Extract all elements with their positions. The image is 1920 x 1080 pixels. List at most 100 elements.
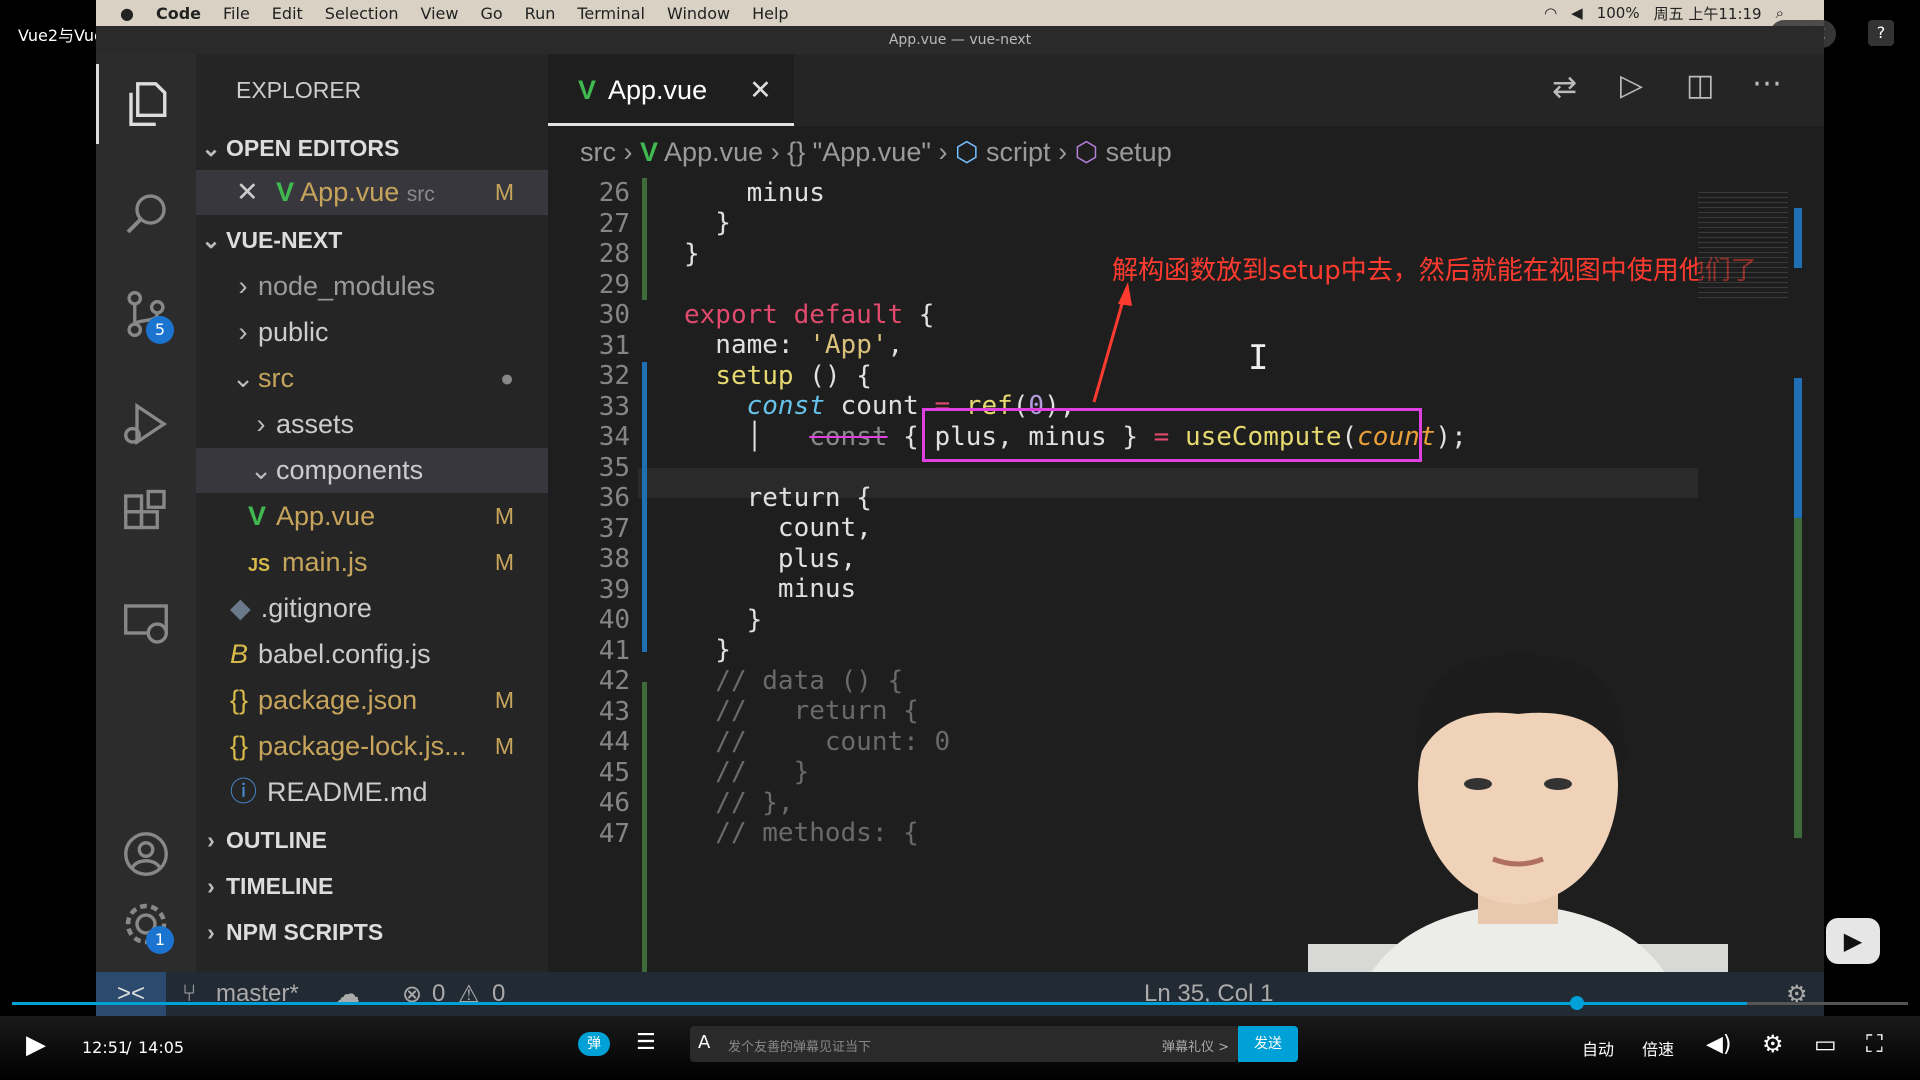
danmaku-settings-icon[interactable]: ☰ bbox=[636, 1030, 656, 1055]
menu-view[interactable]: View bbox=[421, 4, 459, 23]
extensions-icon[interactable] bbox=[96, 474, 196, 554]
tree-item-public[interactable]: › public bbox=[196, 310, 548, 355]
close-icon[interactable]: ✕ bbox=[236, 177, 259, 207]
project-section[interactable]: ⌄ VUE-NEXT bbox=[196, 218, 548, 263]
tree-item-gitignore[interactable]: ◆ .gitignore bbox=[196, 586, 548, 631]
tree-item-src[interactable]: ⌄ src ● bbox=[196, 356, 548, 401]
apple-icon[interactable]: ● bbox=[120, 4, 134, 23]
js-icon: JS bbox=[248, 555, 271, 575]
explorer-icon[interactable] bbox=[96, 64, 199, 144]
open-editor-path: src bbox=[406, 183, 435, 206]
mac-menubar: ● Code File Edit Selection View Go Run T… bbox=[96, 0, 1824, 26]
tree-item-package-json[interactable]: {} package.json M bbox=[196, 678, 548, 723]
json-icon: {} bbox=[230, 731, 249, 761]
tree-item-node-modules[interactable]: › node_modules bbox=[196, 264, 548, 309]
play-mascot-icon[interactable]: ▶ bbox=[1826, 918, 1880, 964]
tree-item-main-js[interactable]: JS main.js M bbox=[196, 540, 548, 585]
fullscreen-icon[interactable]: ⛶ bbox=[1866, 1030, 1883, 1058]
chevron-right-icon: › bbox=[1058, 137, 1075, 167]
tab-label: App.vue bbox=[608, 74, 708, 105]
open-editors-section[interactable]: ⌄ OPEN EDITORS bbox=[196, 126, 548, 171]
danmaku-input[interactable]: A 发个友善的弹幕见证当下 弹幕礼仪 > bbox=[690, 1026, 1238, 1062]
line-number: 46 bbox=[598, 788, 630, 818]
activity-bar: 5 1 bbox=[96, 54, 196, 972]
pip-icon[interactable]: ▭ bbox=[1814, 1030, 1837, 1058]
tree-item-readme[interactable]: ⓘ README.md bbox=[196, 770, 548, 815]
menu-edit[interactable]: Edit bbox=[272, 4, 303, 23]
split-editor-icon[interactable]: ◫ bbox=[1686, 68, 1714, 103]
breadcrumb-module[interactable]: "App.vue" bbox=[813, 137, 931, 167]
line-number: 39 bbox=[598, 574, 630, 605]
line-number: 31 bbox=[598, 330, 630, 361]
search-icon[interactable] bbox=[96, 174, 196, 254]
code-line: } bbox=[684, 605, 763, 635]
breadcrumb-src[interactable]: src bbox=[580, 137, 616, 167]
outline-section[interactable]: › OUTLINE bbox=[196, 818, 548, 863]
tab-bar: V App.vue ✕ ⇄ ▷ ◫ ⋯ bbox=[548, 54, 1824, 126]
menu-terminal[interactable]: Terminal bbox=[577, 4, 645, 23]
send-button[interactable]: 发送 bbox=[1238, 1026, 1298, 1062]
volume-icon[interactable]: ◀ bbox=[1571, 4, 1583, 22]
tree-item-package-lock[interactable]: {} package-lock.js... M bbox=[196, 724, 548, 769]
run-icon[interactable]: ▷ bbox=[1620, 68, 1643, 103]
window-title: App.vue — vue-next bbox=[96, 26, 1824, 54]
vue-icon: V bbox=[640, 137, 659, 167]
quality-button[interactable]: 自动 bbox=[1582, 1036, 1614, 1060]
close-icon[interactable]: ✕ bbox=[749, 75, 772, 106]
chevron-right-icon: › bbox=[623, 137, 641, 167]
menu-selection[interactable]: Selection bbox=[325, 4, 399, 23]
remote-icon[interactable]: >< bbox=[96, 972, 166, 1016]
wifi-icon[interactable]: ◠ bbox=[1544, 4, 1557, 22]
video-progress-fill bbox=[12, 1002, 1747, 1005]
open-editor-item[interactable]: ✕ V App.vue src M bbox=[196, 170, 548, 215]
more-actions-icon[interactable]: ⋯ bbox=[1752, 66, 1782, 101]
tree-item-babel-config[interactable]: Bbabel.config.js bbox=[196, 632, 548, 677]
menu-go[interactable]: Go bbox=[480, 4, 502, 23]
danmaku-toggle-icon[interactable]: 弹 bbox=[578, 1032, 610, 1056]
menu-file[interactable]: File bbox=[223, 4, 250, 23]
chevron-right-icon: › {} bbox=[770, 137, 813, 167]
volume-icon[interactable]: ◀) bbox=[1706, 1032, 1732, 1057]
minimap[interactable] bbox=[1698, 188, 1788, 298]
code-line: // } bbox=[684, 757, 810, 787]
menu-help[interactable]: Help bbox=[752, 4, 788, 23]
play-icon[interactable]: ▶ bbox=[26, 1030, 46, 1060]
tab-app-vue[interactable]: V App.vue ✕ bbox=[548, 54, 794, 126]
scrollbar-marker bbox=[1794, 518, 1802, 838]
explorer-title: EXPLORER bbox=[236, 77, 362, 103]
menu-run[interactable]: Run bbox=[525, 4, 556, 23]
chevron-down-icon: ⌄ bbox=[231, 363, 255, 393]
help-icon[interactable]: ? bbox=[1868, 20, 1894, 46]
app-menu[interactable]: Code bbox=[156, 4, 201, 23]
source-control-icon[interactable]: 5 bbox=[96, 274, 196, 354]
npm-scripts-section[interactable]: › NPM SCRIPTS bbox=[196, 910, 548, 955]
menu-window[interactable]: Window bbox=[667, 4, 730, 23]
clock[interactable]: 周五 上午11:19 bbox=[1654, 3, 1762, 24]
tree-item-app-vue[interactable]: V App.vue M bbox=[196, 494, 548, 539]
danmaku-etiquette-link[interactable]: 弹幕礼仪 > bbox=[1162, 1036, 1229, 1055]
tree-item-components[interactable]: ⌄ components bbox=[196, 448, 548, 493]
modified-badge: M bbox=[494, 179, 514, 205]
account-icon[interactable] bbox=[96, 814, 196, 894]
chevron-right-icon: › bbox=[238, 271, 248, 301]
open-editor-filename: App.vue bbox=[300, 177, 400, 207]
run-debug-icon[interactable] bbox=[96, 384, 196, 464]
remote-explorer-icon[interactable] bbox=[96, 584, 196, 664]
settings-icon[interactable]: ⚙ bbox=[1762, 1030, 1784, 1058]
progress-handle[interactable] bbox=[1570, 996, 1584, 1010]
scrollbar-marker bbox=[1794, 208, 1802, 268]
code-line: } bbox=[684, 635, 731, 665]
speed-button[interactable]: 倍速 bbox=[1642, 1036, 1674, 1060]
code-line: // count: 0 bbox=[684, 727, 951, 757]
font-style-icon[interactable]: A bbox=[698, 1032, 710, 1053]
timeline-section[interactable]: › TIMELINE bbox=[196, 864, 548, 909]
video-controls: ▶ 12:51 / 14:05 弹 ☰ A 发个友善的弹幕见证当下 弹幕礼仪 >… bbox=[0, 1016, 1920, 1080]
compare-changes-icon[interactable]: ⇄ bbox=[1552, 70, 1577, 105]
breadcrumb-file[interactable]: App.vue bbox=[664, 137, 763, 167]
breadcrumb-setup[interactable]: setup bbox=[1106, 137, 1172, 167]
scm-badge: 5 bbox=[146, 316, 174, 344]
battery-status[interactable]: 100% bbox=[1597, 4, 1640, 22]
settings-gear-icon[interactable]: 1 bbox=[96, 884, 196, 964]
breadcrumb-script[interactable]: script bbox=[986, 137, 1051, 167]
tree-item-assets[interactable]: › assets bbox=[196, 402, 548, 447]
